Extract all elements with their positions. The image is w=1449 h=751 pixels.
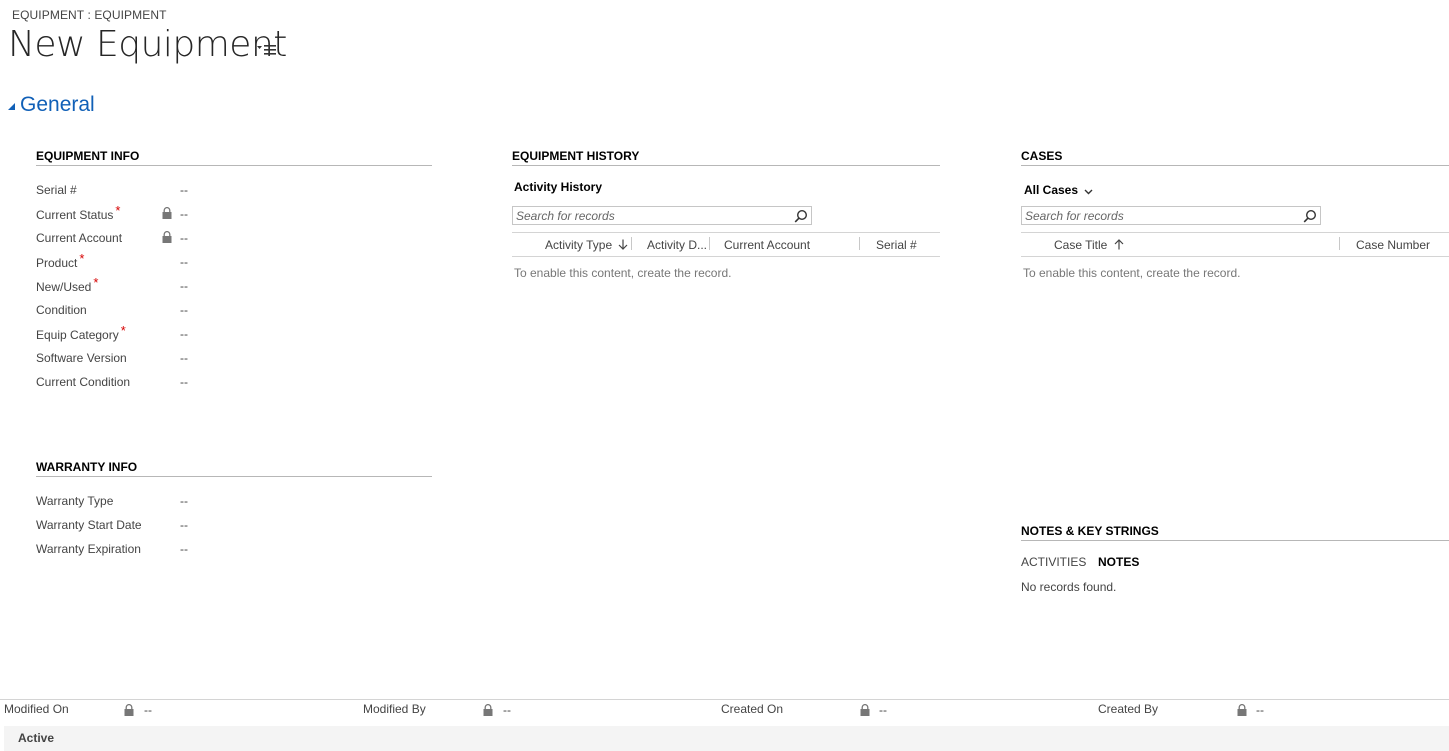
cases-heading: CASES: [1021, 149, 1449, 166]
required-asterisk: *: [120, 323, 126, 338]
column-activity-type[interactable]: Activity Type: [545, 238, 628, 252]
column-case-title[interactable]: Case Title: [1054, 238, 1124, 252]
field-value[interactable]: --: [180, 255, 220, 269]
field-value[interactable]: --: [180, 518, 220, 532]
field-product: Product * --: [36, 251, 436, 273]
column-current-account[interactable]: Current Account: [724, 238, 810, 252]
lock-icon: [162, 207, 172, 219]
footer-field-modified-by: Modified By --: [363, 702, 663, 720]
column-separator[interactable]: [709, 237, 710, 250]
field-warranty-expiration: Warranty Expiration --: [36, 542, 436, 560]
sort-descending-icon: [619, 239, 628, 250]
cases-search-input[interactable]: [1025, 208, 1297, 223]
field-value[interactable]: --: [180, 327, 220, 341]
activity-search-input[interactable]: [516, 208, 788, 223]
search-icon[interactable]: [1303, 209, 1317, 223]
status-bar: Active: [4, 726, 1449, 751]
section-collapse-triangle-icon[interactable]: [8, 100, 18, 110]
field-software-version: Software Version --: [36, 351, 436, 369]
footer-label: Modified By: [363, 702, 426, 716]
field-value[interactable]: --: [180, 375, 220, 389]
footer-label: Modified On: [4, 702, 69, 716]
column-case-number[interactable]: Case Number: [1356, 238, 1430, 252]
footer-field-created-on: Created On --: [721, 702, 1021, 720]
search-icon[interactable]: [794, 209, 808, 223]
field-label: Current Condition: [36, 375, 131, 389]
column-separator[interactable]: [859, 237, 860, 250]
field-warranty-start-date: Warranty Start Date --: [36, 518, 436, 536]
field-label: Current Account: [36, 231, 123, 245]
field-label: Software Version: [36, 351, 127, 365]
lock-icon: [162, 231, 172, 243]
tab-notes[interactable]: NOTES: [1098, 555, 1139, 569]
field-warranty-type: Warranty Type --: [36, 494, 436, 512]
activity-history-title: Activity History: [514, 180, 603, 194]
lock-icon: [860, 704, 870, 716]
field-label: Warranty Expiration: [36, 542, 141, 556]
column-activity-date[interactable]: Activity D...: [647, 238, 707, 252]
field-value[interactable]: --: [180, 183, 220, 197]
field-value[interactable]: --: [180, 207, 220, 221]
column-separator[interactable]: [1339, 237, 1340, 250]
activity-grid-empty-message: To enable this content, create the recor…: [514, 266, 732, 280]
cases-grid-header: Case Title Case Number: [1021, 232, 1449, 257]
equipment-info-heading: EQUIPMENT INFO: [36, 149, 432, 166]
footer-value: --: [1256, 703, 1264, 717]
field-label: Product *: [36, 251, 85, 270]
field-label: Equip Category *: [36, 323, 126, 342]
section-title-general[interactable]: General: [20, 93, 95, 117]
field-value[interactable]: --: [180, 542, 220, 556]
sort-ascending-icon: [1114, 239, 1124, 250]
page-title: New Equipment: [8, 24, 287, 65]
field-current-condition: Current Condition --: [36, 375, 436, 393]
required-asterisk: *: [93, 275, 99, 290]
warranty-info-heading: WARRANTY INFO: [36, 460, 432, 477]
field-label: Current Status *: [36, 203, 121, 222]
footer-label: Created By: [1098, 702, 1159, 716]
footer-label: Created On: [721, 702, 784, 716]
footer-value: --: [503, 703, 511, 717]
required-asterisk: *: [115, 203, 121, 218]
footer-value: --: [879, 703, 887, 717]
field-label: Condition: [36, 303, 87, 317]
lock-icon: [483, 704, 493, 716]
lock-icon: [124, 704, 134, 716]
field-new-used: New/Used * --: [36, 275, 436, 297]
cases-grid-empty-message: To enable this content, create the recor…: [1023, 266, 1241, 280]
cases-search-box: [1021, 206, 1321, 225]
form-selector-menu-icon[interactable]: [257, 43, 277, 57]
footer-field-created-by: Created By --: [1098, 702, 1398, 720]
breadcrumb: EQUIPMENT : EQUIPMENT: [12, 8, 167, 22]
footer-field-modified-on: Modified On --: [4, 702, 304, 720]
field-value[interactable]: --: [180, 351, 220, 365]
field-value[interactable]: --: [180, 279, 220, 293]
lock-icon: [1237, 704, 1247, 716]
footer-divider: [0, 699, 1449, 700]
activity-search-box: [512, 206, 812, 225]
field-current-account: Current Account --: [36, 231, 436, 249]
field-label: Serial #: [36, 183, 77, 197]
field-label: Warranty Type: [36, 494, 114, 508]
field-label: Warranty Start Date: [36, 518, 142, 532]
field-condition: Condition --: [36, 303, 436, 321]
column-separator[interactable]: [631, 237, 632, 250]
field-serial-number: Serial # --: [36, 183, 436, 201]
tab-activities[interactable]: ACTIVITIES: [1021, 555, 1086, 569]
equipment-history-heading: EQUIPMENT HISTORY: [512, 149, 940, 166]
notes-empty-message: No records found.: [1021, 580, 1117, 594]
field-equip-category: Equip Category * --: [36, 323, 436, 345]
record-status: Active: [18, 731, 55, 745]
field-value[interactable]: --: [180, 494, 220, 508]
field-value[interactable]: --: [180, 303, 220, 317]
required-asterisk: *: [79, 251, 85, 266]
field-value[interactable]: --: [180, 231, 220, 245]
notes-key-strings-heading: NOTES & KEY STRINGS: [1021, 524, 1449, 541]
cases-view-selector[interactable]: All Cases: [1024, 183, 1093, 198]
chevron-down-icon: [1084, 184, 1093, 198]
field-label: New/Used *: [36, 275, 99, 294]
activity-grid-header: Activity Type Activity D... Current Acco…: [512, 232, 940, 257]
field-current-status: Current Status * --: [36, 203, 436, 225]
column-serial-number[interactable]: Serial #: [876, 238, 917, 252]
footer-value: --: [144, 703, 152, 717]
